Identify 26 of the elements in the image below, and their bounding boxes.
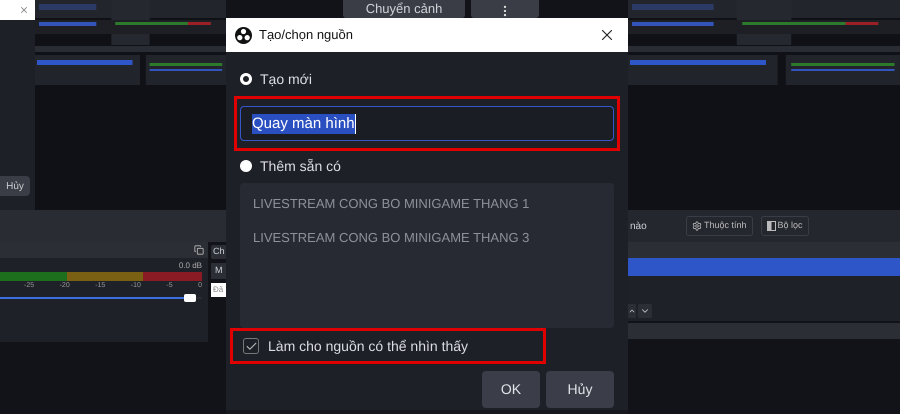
side-field[interactable]: Đã [211,283,226,297]
settings-icon [692,221,702,231]
cancel-button[interactable]: Hủy [0,176,30,196]
panel-label: nào [630,220,648,234]
side-button[interactable]: M [211,263,226,279]
check-icon [244,340,258,352]
volume-reading: 0.0 dB [178,260,202,272]
transition-button[interactable]: Chuyển cảnh [343,0,465,18]
move-down-button[interactable] [638,304,652,318]
move-up-button[interactable] [628,304,636,318]
source-item[interactable]: LIVESTREAM CONG BO MINIGAME THANG 1 [253,193,614,227]
visible-checkbox[interactable]: Làm cho nguồn có thể nhìn thấy [243,336,468,356]
radio-option[interactable]: Tạo mới [234,68,620,90]
filters-button[interactable]: Bộ lọc [760,216,809,236]
copy-icon[interactable] [194,245,204,255]
dialog-title: Tạo/chọn nguồn [259,26,354,44]
filter-icon [766,221,776,231]
source-item[interactable]: LIVESTREAM CONG BO MINIGAME THANG 3 [253,227,614,261]
panel-title: Ch [213,245,225,258]
cancel-button[interactable]: Hủy [546,371,614,408]
name-field[interactable]: Quay màn hình [240,106,614,141]
properties-button[interactable]: Thuộc tính [686,216,753,236]
ok-button[interactable]: OK [482,371,540,408]
radio-option[interactable]: Thêm sẵn có [234,155,620,177]
logo-icon [235,26,252,44]
chevron-up-icon [628,307,636,315]
